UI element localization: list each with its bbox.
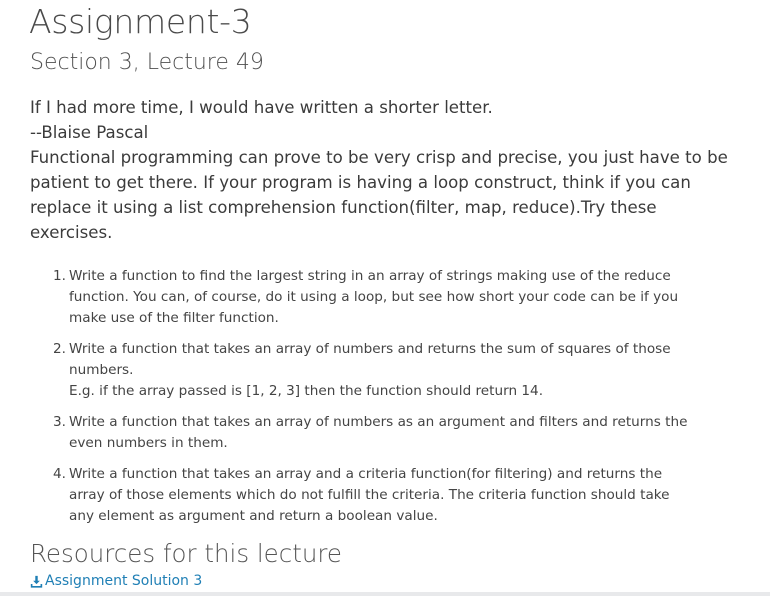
exercise-number: 1. [53, 268, 66, 284]
exercise-item: 2. Write a function that takes an array … [30, 339, 690, 402]
resources-heading: Resources for this lecture [30, 539, 342, 568]
resource-download-link[interactable]: Assignment Solution 3 [30, 571, 202, 591]
exercise-item: 3. Write a function that takes an array … [30, 412, 690, 454]
lecture-content: Assignment-3 Section 3, Lecture 49 If I … [0, 0, 770, 592]
exercise-item: 1. Write a function to find the largest … [30, 266, 690, 329]
resource-link-label: Assignment Solution 3 [45, 573, 203, 589]
quote-author: --Blaise Pascal [30, 123, 149, 142]
bottom-divider [0, 592, 770, 596]
exercise-text: Write a function to find the largest str… [69, 268, 679, 326]
lecture-subtitle: Section 3, Lecture 49 [30, 50, 264, 75]
intro-paragraph: Functional programming can prove to be v… [30, 148, 728, 242]
exercise-example: E.g. if the array passed is [1, 2, 3] th… [69, 383, 544, 399]
page-title: Assignment-3 [29, 2, 252, 41]
quote-text: If I had more time, I would have written… [30, 98, 493, 117]
exercise-number: 4. [53, 466, 66, 482]
exercise-item: 4. Write a function that takes an array … [30, 464, 690, 527]
exercise-number: 2. [53, 341, 66, 357]
exercise-text: Write a function that takes an array of … [69, 341, 671, 378]
exercise-list: 1. Write a function to find the largest … [30, 266, 690, 537]
exercise-text: Write a function that takes an array and… [69, 466, 670, 524]
exercise-number: 3. [53, 414, 66, 430]
download-icon [30, 575, 43, 588]
intro-text: If I had more time, I would have written… [30, 95, 730, 245]
exercise-text: Write a function that takes an array of … [69, 414, 688, 451]
